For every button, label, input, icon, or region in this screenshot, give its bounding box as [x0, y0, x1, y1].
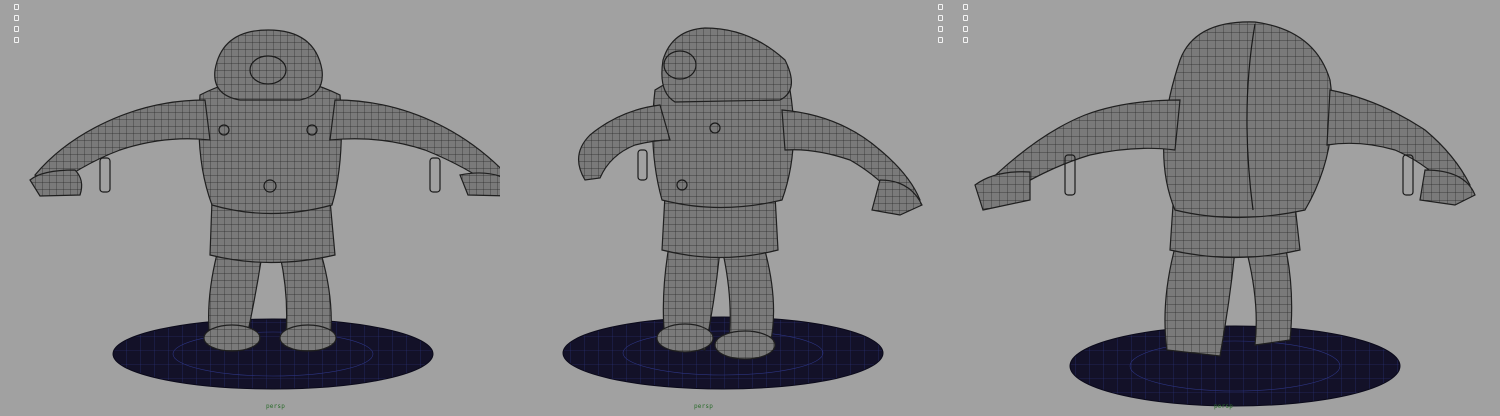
troll-model-three-quarter[interactable]: [500, 0, 935, 416]
troll-model-back[interactable]: [935, 0, 1500, 416]
troll-model-front[interactable]: [0, 0, 500, 416]
viewport-three-quarter[interactable]: persp: [500, 0, 935, 416]
viewport-panel-layout: persp persp persp: [0, 0, 1500, 416]
base-disc: [1069, 325, 1401, 407]
camera-label: persp: [694, 403, 714, 410]
viewport-front[interactable]: persp: [0, 0, 500, 416]
base-disc: [112, 318, 434, 390]
viewport-back[interactable]: persp: [935, 0, 1500, 416]
camera-label: persp: [1214, 403, 1234, 410]
troll-mesh: [974, 21, 1476, 357]
troll-mesh: [578, 27, 923, 360]
camera-label: persp: [266, 403, 286, 410]
